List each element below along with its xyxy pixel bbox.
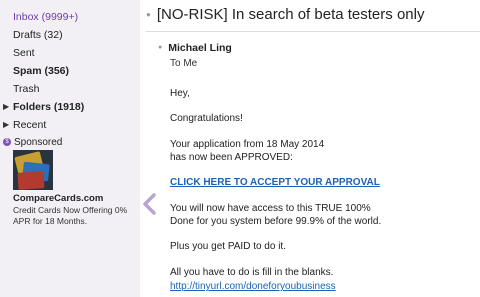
folder-recent[interactable]: ▶ Recent <box>0 116 140 134</box>
body-access-line-1: You will now have access to this TRUE 10… <box>170 203 371 214</box>
folder-label: Spam (356) <box>13 65 70 77</box>
sponsored-label: Sponsored <box>14 137 63 148</box>
body-access-line-2: Done for you system before 99.9% of the … <box>170 216 382 227</box>
sender-bullet-icon: ● <box>158 44 163 52</box>
ad-title[interactable]: CompareCards.com <box>13 193 103 204</box>
sender-name[interactable]: Michael Ling <box>168 42 232 54</box>
folder-list: Inbox (9999+) Drafts (32) Sent Spam (356… <box>0 8 140 134</box>
body-paid-line: Plus you get PAID to do it. <box>170 241 286 252</box>
collapse-sidebar-icon[interactable] <box>141 193 159 215</box>
ad-info-icon[interactable]: $ <box>3 138 11 147</box>
tinyurl-link[interactable]: http://tinyurl.com/doneforyoubusiness <box>170 280 336 293</box>
body-greeting: Hey, <box>170 88 190 99</box>
folder-inbox[interactable]: Inbox (9999+) <box>0 8 140 26</box>
caret-icon[interactable]: ▶ <box>3 98 9 116</box>
body-application-line-2: has now been APPROVED: <box>170 152 293 163</box>
body-application-line-1: Your application from 18 May 2014 <box>170 139 325 150</box>
folder-label: Drafts (32) <box>13 29 63 41</box>
credit-card-icon <box>17 171 45 190</box>
folder-sidebar: Inbox (9999+) Drafts (32) Sent Spam (356… <box>0 0 140 297</box>
folder-label: Inbox (9999+) <box>13 11 79 23</box>
folder-label: Recent <box>13 119 47 131</box>
header-divider <box>146 31 480 32</box>
folder-spam[interactable]: Spam (356) <box>0 62 140 80</box>
recipient-line: To Me <box>170 58 198 69</box>
caret-icon[interactable]: ▶ <box>3 116 9 134</box>
body-congrats: Congratulations! <box>170 113 243 124</box>
ad-description[interactable]: Credit Cards Now Offering 0% APR for 18 … <box>13 205 131 227</box>
ad-image[interactable] <box>13 150 53 190</box>
message-subject: [NO-RISK] In search of beta testers only <box>156 6 425 23</box>
accept-approval-link[interactable]: CLICK HERE TO ACCEPT YOUR APPROVAL <box>170 176 380 189</box>
sender-row: ● Michael Ling <box>158 39 232 57</box>
folder-folders[interactable]: ▶ Folders (1918) <box>0 98 140 116</box>
folder-drafts[interactable]: Drafts (32) <box>0 26 140 44</box>
thread-bullet-icon: ● <box>146 10 151 19</box>
folder-sent[interactable]: Sent <box>0 44 140 62</box>
folder-trash[interactable]: Trash <box>0 80 140 98</box>
folder-label: Sent <box>13 47 35 59</box>
folder-label: Trash <box>13 83 40 95</box>
sponsored-heading: $ Sponsored <box>3 137 62 148</box>
folder-label: Folders (1918) <box>13 101 85 113</box>
message-subject-row: ● [NO-RISK] In search of beta testers onl… <box>146 4 424 26</box>
body-fill-line: All you have to do is fill in the blanks… <box>170 267 334 278</box>
